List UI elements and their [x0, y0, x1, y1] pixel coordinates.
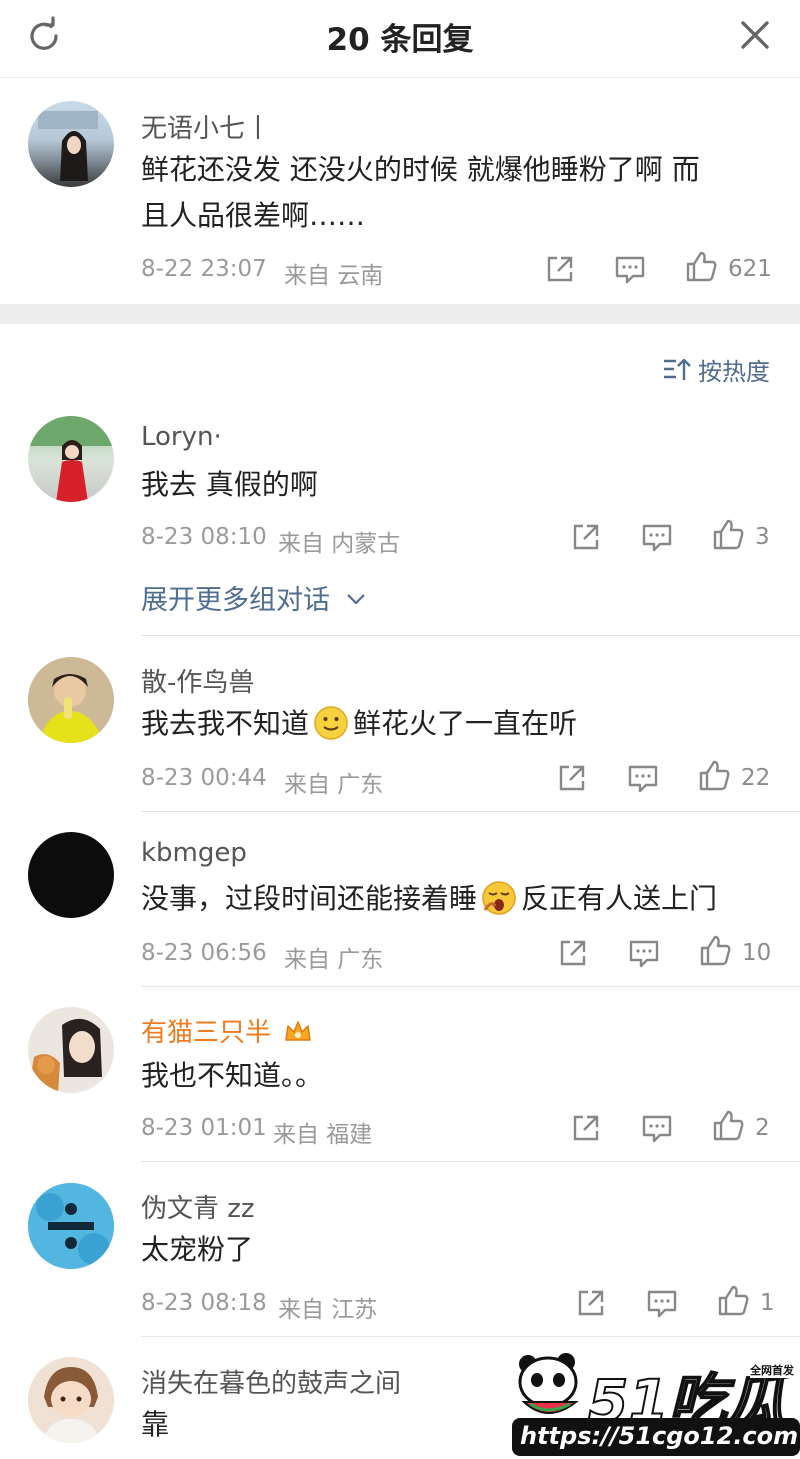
chevron-down-icon [346, 594, 365, 605]
reply-text-part: 没事，过段时间还能接着睡 [141, 882, 478, 915]
watermark-url: https://51cgo12.com [512, 1418, 800, 1456]
reply-text: 我去 真假的啊 [141, 468, 318, 501]
reply-text: 我去我不知道 鲜花火了一直在听 [141, 701, 577, 747]
user-name-text: 有猫三只半 [141, 1018, 272, 1048]
comment-icon[interactable] [613, 252, 647, 286]
user-name[interactable]: kbmgep [141, 838, 247, 868]
like-icon[interactable] [697, 759, 731, 793]
panda-mascot-icon [518, 1353, 579, 1414]
section-separator [0, 304, 800, 324]
comment-location: 来自 云南 [284, 263, 384, 289]
reply-text-part: 反正有人送上门 [521, 882, 718, 915]
user-name[interactable]: 无语小七丨 [141, 108, 271, 145]
reply-time: 8-23 06:56 [141, 940, 267, 966]
like-icon[interactable] [716, 1284, 750, 1318]
comment-icon[interactable] [645, 1286, 679, 1320]
user-name[interactable]: 散-作鸟兽 [141, 662, 254, 699]
page-title: 20 条回复 [326, 22, 474, 58]
divider [141, 986, 800, 987]
like-count: 621 [728, 256, 772, 282]
avatar[interactable] [28, 1183, 114, 1269]
reply-time: 8-23 00:44 [141, 765, 267, 791]
reply-text-part: 鲜花火了一直在听 [353, 707, 578, 740]
reply-time: 8-23 08:10 [141, 524, 267, 550]
avatar[interactable] [28, 657, 114, 743]
reply-text: 靠 [141, 1408, 170, 1441]
comment-icon[interactable] [640, 520, 674, 554]
like-icon[interactable] [684, 250, 718, 284]
comment-text-cont: 且人品很差啊…… [141, 199, 366, 232]
divider [141, 1336, 800, 1337]
divider [141, 1161, 800, 1162]
avatar[interactable] [28, 832, 114, 918]
sort-label: 按热度 [698, 358, 770, 386]
user-name[interactable]: 有猫三只半 [141, 1012, 313, 1049]
reply-text: 太宠粉了 [141, 1233, 254, 1266]
reply-text-part: 我去我不知道 [141, 707, 310, 740]
avatar[interactable] [28, 1007, 114, 1093]
reply-text: 我也不知道。。 [141, 1059, 324, 1092]
comment-icon[interactable] [627, 936, 661, 970]
expand-label: 展开更多组对话 [141, 585, 330, 616]
like-icon[interactable] [711, 1109, 745, 1143]
smile-emoji-icon [314, 706, 348, 740]
user-name[interactable]: 伪文青 zz [141, 1188, 255, 1225]
share-icon[interactable] [543, 252, 577, 286]
reply-location: 来自 内蒙古 [278, 531, 401, 557]
vip-crown-icon [285, 1021, 312, 1041]
like-icon[interactable] [711, 518, 745, 552]
comment-icon[interactable] [640, 1111, 674, 1145]
sort-icon [664, 358, 691, 380]
close-icon[interactable] [734, 14, 776, 56]
reply-location: 来自 江苏 [278, 1297, 378, 1323]
reply-text: 没事，过段时间还能接着睡 反正有人送上门 [141, 876, 717, 922]
divider [141, 635, 800, 636]
share-icon[interactable] [569, 520, 603, 554]
like-count: 3 [755, 524, 770, 550]
expand-more-link[interactable]: 展开更多组对话 [141, 578, 367, 617]
avatar[interactable] [28, 416, 114, 502]
share-icon[interactable] [555, 761, 589, 795]
like-count: 2 [755, 1115, 770, 1141]
share-icon[interactable] [569, 1111, 603, 1145]
dialog-header: 20 条回复 [0, 0, 800, 78]
reply-time: 8-23 01:01 [141, 1115, 267, 1141]
root-comment: 无语小七丨 鲜花还没发 还没火的时候 就爆他睡粉了啊 而 且人品很差啊…… 8-… [0, 78, 800, 304]
reply-location: 来自 广东 [284, 947, 384, 973]
share-icon[interactable] [556, 936, 590, 970]
divider [141, 811, 800, 812]
reply-location: 来自 福建 [273, 1122, 373, 1148]
user-name[interactable]: 消失在暮色的鼓声之间 [141, 1363, 401, 1400]
like-count: 10 [742, 940, 772, 966]
comment-time: 8-22 23:07 [141, 256, 267, 282]
like-icon[interactable] [698, 934, 732, 968]
watermark-logo: 51吃瓜 全网首发 https://51cgo12.com [510, 1352, 800, 1459]
avatar[interactable] [28, 1357, 114, 1443]
reply-location: 来自 广东 [284, 772, 384, 798]
share-icon[interactable] [574, 1286, 608, 1320]
avatar[interactable] [28, 101, 114, 187]
reply-time: 8-23 08:18 [141, 1290, 267, 1316]
like-count: 1 [760, 1290, 775, 1316]
like-count: 22 [741, 765, 771, 791]
sleepy-emoji-icon [482, 881, 516, 915]
comment-icon[interactable] [626, 761, 660, 795]
comment-text: 鲜花还没发 还没火的时候 就爆他睡粉了啊 而 [141, 153, 700, 186]
user-name[interactable]: Loryn· [141, 422, 222, 452]
watermark-tag: 全网首发 [750, 1362, 794, 1378]
